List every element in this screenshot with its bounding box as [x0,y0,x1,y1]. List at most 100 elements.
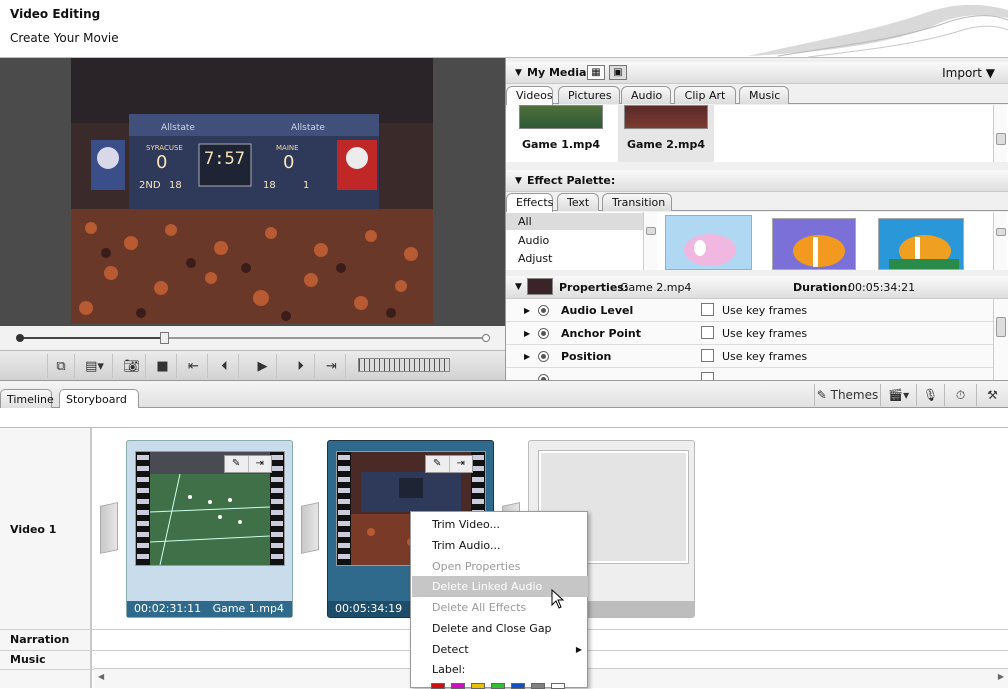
effect-thumbnail-1[interactable] [665,215,752,270]
effects-scrollbar[interactable] [993,212,1007,270]
previous-frame-button[interactable]: ⏴ [211,354,239,378]
stop-button[interactable]: ■ [149,354,177,378]
label-color-swatch[interactable] [551,683,565,689]
expand-arrow-icon[interactable]: ▶ [524,306,530,315]
menu-item-detect[interactable]: Detect ▶ [412,639,588,660]
tab-music[interactable]: Music [739,86,789,104]
scrub-start-marker [16,334,24,342]
snapshot-button[interactable]: 📷︎ [118,354,146,378]
video-preview-frame[interactable]: Allstate Allstate SYRACUSE MAINE 0 0 7:5… [71,58,433,323]
grid-view-icon[interactable]: ▦ [587,65,605,80]
properties-scrollbar[interactable] [993,299,1007,380]
scroll-left-icon[interactable]: ◀ [98,672,104,681]
effect-category-item[interactable]: Audio [506,232,644,249]
use-key-frames-checkbox[interactable] [701,326,714,339]
tab-audio[interactable]: Audio [621,86,671,104]
media-item-game-1[interactable]: Game 1.mp4 [513,105,617,159]
use-key-frames-checkbox[interactable] [701,349,714,362]
tools-button[interactable]: ⚒︎ [976,384,1008,406]
effect-category-item[interactable]: All [506,213,644,230]
effect-preview-fish-icon [773,219,855,269]
thumbnail-view-icon[interactable]: ▣ [609,65,627,80]
scroll-right-icon[interactable]: ▶ [998,672,1004,681]
tab-pictures[interactable]: Pictures [558,86,620,104]
stopwatch-icon: ⏱︎ [955,387,966,402]
use-key-frames-label: Use key frames [722,350,808,363]
timer-button[interactable]: ⏱︎ [944,384,976,406]
media-list: Game 1.mp4 Game 2.mp4 [506,105,1008,162]
brush-icon[interactable]: ✎ [225,456,249,472]
svg-text:MAINE: MAINE [276,144,299,152]
menu-item-trim-video[interactable]: Trim Video... [412,514,588,535]
property-row-audio-level[interactable]: ▶ Audio Level Use key frames [506,299,994,322]
menu-item-open-properties[interactable]: Open Properties [412,556,588,577]
jog-shuttle-wheel[interactable] [358,358,450,372]
svg-text:2ND: 2ND [139,180,161,191]
effect-thumbnail-2[interactable] [772,218,856,270]
play-button[interactable]: ▶ [249,354,277,378]
microphone-icon: 🎙︎ [922,388,939,402]
property-row-position[interactable]: ▶ Position Use key frames [506,345,994,368]
use-key-frames-checkbox[interactable] [701,303,714,316]
magic-wand-icon: ✎ [816,388,827,402]
expand-arrow-icon[interactable]: ▶ [524,352,530,361]
transition-slot[interactable] [100,502,118,554]
effect-thumbnail-3[interactable] [878,218,964,270]
popout-viewer-button[interactable]: ⧉ [47,354,75,378]
tab-timeline[interactable]: Timeline [0,389,54,409]
tab-transition[interactable]: Transition [602,193,672,211]
property-row-anchor-point[interactable]: ▶ Anchor Point Use key frames [506,322,994,345]
tab-text[interactable]: Text [557,193,599,211]
label-color-swatch[interactable] [431,683,445,689]
label-color-swatch[interactable] [471,683,485,689]
properties-title: Properties: [559,281,629,294]
transition-arrow-icon[interactable]: ⇥ [249,456,272,472]
property-toggle-icon[interactable] [538,305,549,316]
effect-palette-title: Effect Palette: [527,174,616,187]
label-color-swatch[interactable] [491,683,505,689]
effect-preview-fish-icon [879,219,963,269]
import-button[interactable]: Import ▼ [942,66,995,80]
next-frame-button[interactable]: ⏵ [287,354,315,378]
use-key-frames-label: Use key frames [722,304,808,317]
use-key-frames-checkbox [701,372,714,380]
hammer-icon: ⚒︎ [987,388,998,402]
expand-arrow-icon[interactable]: ▶ [524,329,530,338]
media-scrollbar[interactable] [993,105,1007,162]
label-color-swatch[interactable] [451,683,465,689]
tab-storyboard[interactable]: Storyboard [59,389,139,410]
collapse-triangle-icon[interactable]: ▼ [515,176,522,186]
record-narration-button[interactable]: 🎙︎ [916,384,944,406]
clip-context-menu: Trim Video... Trim Audio... Open Propert… [410,511,588,689]
track-labels: Video 1 Narration Music [0,428,92,688]
transition-arrow-icon[interactable]: ⇥ [450,456,473,472]
storyboard-clip-1[interactable]: ✎ ⇥ 00:02:31:11 Game 1.mp4 [126,440,293,618]
tab-clip-art[interactable]: Clip Art [674,86,736,104]
transition-slot[interactable] [301,502,319,554]
label-color-swatch[interactable] [531,683,545,689]
effect-category-item[interactable]: Adjust [506,250,644,267]
property-toggle-icon[interactable] [538,328,549,339]
media-item-game-2[interactable]: Game 2.mp4 [618,105,714,162]
effect-category-scrollbar[interactable] [643,212,657,270]
tab-effects[interactable]: Effects [506,193,553,212]
brush-icon[interactable]: ✎ [426,456,450,472]
menu-item-trim-audio[interactable]: Trim Audio... [412,535,588,556]
scrub-handle[interactable] [159,332,169,344]
menu-item-delete-and-close-gap[interactable]: Delete and Close Gap [412,618,588,639]
collapse-triangle-icon[interactable]: ▼ [515,68,522,78]
go-to-start-button[interactable]: ⇤ [180,354,208,378]
go-to-end-button[interactable]: ⇥ [318,354,346,378]
property-toggle-icon[interactable] [538,351,549,362]
clapperboard-dropdown[interactable]: 🎬︎▾ [880,384,916,406]
svg-text:18: 18 [169,180,182,191]
view-mode-dropdown[interactable]: ▤▾ [77,354,113,378]
scrub-slider[interactable] [16,332,490,344]
collapse-triangle-icon[interactable]: ▼ [515,282,522,292]
media-label: Game 2.mp4 [626,138,706,151]
clip-filmstrip: ✎ ⇥ [135,451,285,566]
effect-category-list: All Audio Adjust [506,212,657,270]
tab-videos[interactable]: Videos [506,86,553,105]
label-color-swatch[interactable] [511,683,525,689]
themes-button[interactable]: ✎ Themes [814,384,880,406]
